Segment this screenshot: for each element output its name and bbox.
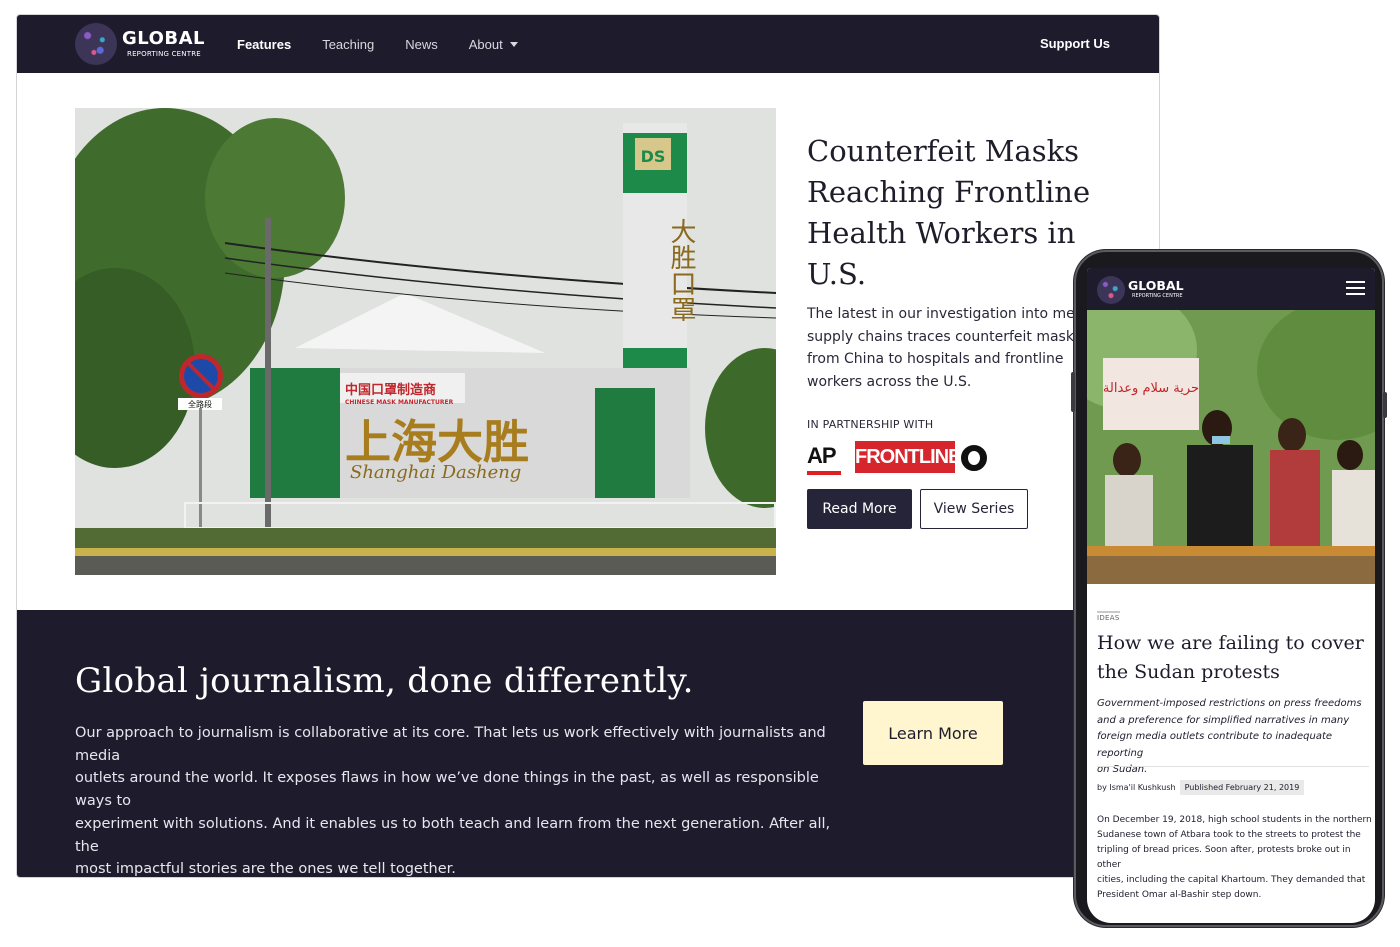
globe-logo-icon bbox=[75, 23, 117, 65]
top-navigation-bar: GLOBAL REPORTING CENTRE Features Teachin… bbox=[17, 15, 1159, 73]
site-logo[interactable]: GLOBAL REPORTING CENTRE bbox=[75, 23, 215, 65]
mission-text-line: outlets around the world. It exposes fla… bbox=[75, 770, 819, 810]
protest-sign-text: حرية سلام وعدالة bbox=[1103, 381, 1199, 396]
hero-photo-illustration: DS 大胜口罩 中国口罩制造商 CHINESE MASK MANUFACTURE… bbox=[75, 108, 776, 575]
nav-item-features[interactable]: Features bbox=[237, 37, 291, 52]
divider bbox=[1097, 766, 1369, 767]
dek-line: foreign media outlets contribute to inad… bbox=[1097, 731, 1333, 759]
learn-more-button[interactable]: Learn More bbox=[863, 701, 1003, 765]
red-sign-english-text: CHINESE MASK MANUFACTURER bbox=[345, 399, 454, 406]
mission-text-line: experiment with solutions. And it enable… bbox=[75, 815, 831, 855]
logo-subtitle: REPORTING CENTRE bbox=[127, 50, 201, 58]
paragraph-line: On December 19, 2018, high school studen… bbox=[1097, 815, 1372, 825]
mobile-logo-title[interactable]: GLOBAL bbox=[1128, 278, 1184, 293]
author-name[interactable]: by Isma'il Kushkush bbox=[1097, 783, 1176, 792]
hamburger-menu-icon[interactable] bbox=[1346, 281, 1365, 296]
nav-item-about[interactable]: About bbox=[469, 37, 518, 52]
mobile-article-title-line: the Sudan protests bbox=[1097, 661, 1280, 683]
partnership-label: IN PARTNERSHIP WITH bbox=[807, 418, 934, 431]
mission-text: Our approach to journalism is collaborat… bbox=[75, 722, 835, 878]
article-byline: by Isma'il Kushkush Published February 2… bbox=[1097, 780, 1305, 795]
tower-chars: 大胜口罩 bbox=[666, 218, 696, 322]
tower-badge-text: DS bbox=[641, 147, 666, 166]
dek-line: Government-imposed restrictions on press… bbox=[1097, 698, 1362, 709]
article-paragraph: On December 19, 2018, high school studen… bbox=[1097, 813, 1372, 903]
mobile-screen: GLOBAL REPORTING CENTRE حرية سلام وعدالة bbox=[1087, 268, 1375, 923]
support-us-link[interactable]: Support Us bbox=[1040, 36, 1110, 51]
mobile-logo-subtitle: REPORTING CENTRE bbox=[1132, 293, 1183, 299]
mobile-article-image[interactable]: حرية سلام وعدالة bbox=[1087, 310, 1375, 584]
globe-logo-icon bbox=[1097, 276, 1125, 304]
dek-line: on Sudan. bbox=[1097, 764, 1148, 775]
red-sign-text: 中国口罩制造商 bbox=[345, 382, 436, 398]
nav-item-news[interactable]: News bbox=[405, 37, 438, 52]
nav-item-about-label: About bbox=[468, 36, 503, 52]
desktop-browser-frame: GLOBAL REPORTING CENTRE Features Teachin… bbox=[16, 14, 1160, 878]
mobile-phone-frame: GLOBAL REPORTING CENTRE حرية سلام وعدالة bbox=[1071, 250, 1387, 927]
paragraph-line: Sudanese town of Atbara took to the stre… bbox=[1097, 830, 1361, 840]
small-road-sign-text: 全路段 bbox=[188, 399, 212, 409]
nav-item-teaching[interactable]: Teaching bbox=[322, 37, 374, 52]
paragraph-line: President Omar al-Bashir step down. bbox=[1097, 890, 1262, 900]
mobile-navigation-bar: GLOBAL REPORTING CENTRE bbox=[1087, 268, 1375, 310]
article-category-tag[interactable]: IDEAS bbox=[1097, 611, 1120, 622]
mission-title: Global journalism, done differently. bbox=[75, 661, 694, 701]
big-sign-text: 上海大胜 bbox=[345, 415, 529, 469]
read-more-button[interactable]: Read More bbox=[807, 489, 912, 529]
mobile-article-title-line: How we are failing to cover bbox=[1097, 632, 1364, 654]
ap-logo: AP bbox=[807, 443, 841, 475]
chevron-down-icon bbox=[509, 41, 518, 47]
hero-image[interactable]: DS 大胜口罩 中国口罩制造商 CHINESE MASK MANUFACTURE… bbox=[75, 108, 776, 575]
published-date: Published February 21, 2019 bbox=[1179, 780, 1305, 795]
phone-volume-button bbox=[1071, 372, 1075, 412]
paragraph-line: tripling of bread prices. Soon after, pr… bbox=[1097, 845, 1351, 870]
dek-line: and a preference for simplified narrativ… bbox=[1097, 714, 1350, 726]
logo-title: GLOBAL bbox=[122, 28, 206, 49]
pbs-logo-icon bbox=[961, 445, 987, 471]
phone-power-button bbox=[1383, 392, 1387, 418]
paragraph-line: cities, including the capital Khartoum. … bbox=[1097, 875, 1366, 885]
view-series-button[interactable]: View Series bbox=[920, 489, 1028, 529]
mission-band: Global journalism, done differently. Our… bbox=[17, 610, 1159, 878]
mission-text-line: Our approach to journalism is collaborat… bbox=[75, 725, 826, 764]
mission-text-line: most impactful stories are the ones we t… bbox=[75, 861, 456, 878]
primary-nav: Features Teaching News About bbox=[237, 15, 549, 73]
mobile-article-title: How we are failing to cover the Sudan pr… bbox=[1097, 629, 1369, 687]
protest-photo-illustration: حرية سلام وعدالة bbox=[1087, 310, 1375, 584]
frontline-logo: FRONTLINE bbox=[855, 441, 961, 473]
script-sign-text: Shanghai Dasheng bbox=[350, 462, 521, 483]
